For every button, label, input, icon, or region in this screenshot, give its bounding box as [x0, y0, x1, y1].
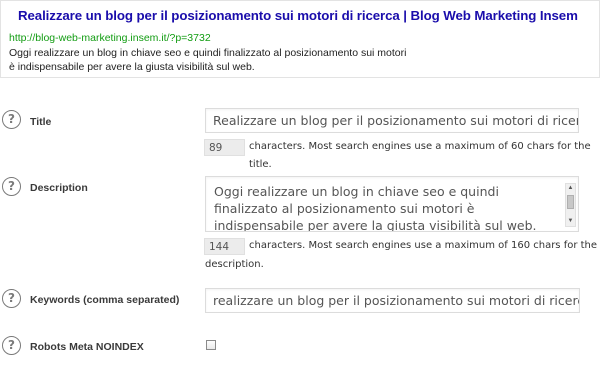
- title-input[interactable]: Realizzare un blog per il posizionamento…: [205, 108, 579, 133]
- description-char-count: 144: [204, 238, 245, 255]
- noindex-label: Robots Meta NOINDEX: [30, 341, 144, 353]
- scroll-up-arrow-icon[interactable]: ▲: [566, 184, 575, 193]
- keywords-label: Keywords (comma separated): [30, 294, 180, 306]
- keywords-help-icon[interactable]: ?: [2, 289, 21, 308]
- title-help-icon[interactable]: ?: [2, 110, 21, 129]
- preview-title-link[interactable]: Realizzare un blog per il posizionamento…: [18, 8, 578, 23]
- description-textarea[interactable]: Oggi realizzare un blog in chiave seo e …: [205, 176, 579, 232]
- scroll-thumb[interactable]: [567, 195, 574, 209]
- preview-url: http://blog-web-marketing.insem.it/?p=37…: [9, 32, 211, 44]
- scroll-down-arrow-icon[interactable]: ▼: [566, 217, 575, 226]
- title-char-note: characters. Most search engines use a ma…: [249, 141, 591, 170]
- preview-description: Oggi realizzare un blog in chiave seo e …: [9, 47, 407, 73]
- snippet-preview: Realizzare un blog per il posizionamento…: [0, 0, 600, 78]
- noindex-help-icon[interactable]: ?: [2, 336, 21, 355]
- description-help-icon[interactable]: ?: [2, 177, 21, 196]
- description-char-note-line2: description.: [205, 259, 264, 270]
- noindex-checkbox[interactable]: [206, 340, 216, 350]
- keywords-input[interactable]: realizzare un blog per il posizionamento…: [205, 288, 580, 313]
- title-char-count: 89: [204, 139, 245, 156]
- description-char-note-line1: characters. Most search engines use a ma…: [249, 240, 598, 251]
- description-scrollbar[interactable]: ▲ ▼: [565, 183, 576, 227]
- description-label: Description: [30, 182, 88, 194]
- title-label: Title: [30, 116, 52, 128]
- description-text: Oggi realizzare un blog in chiave seo e …: [214, 184, 537, 232]
